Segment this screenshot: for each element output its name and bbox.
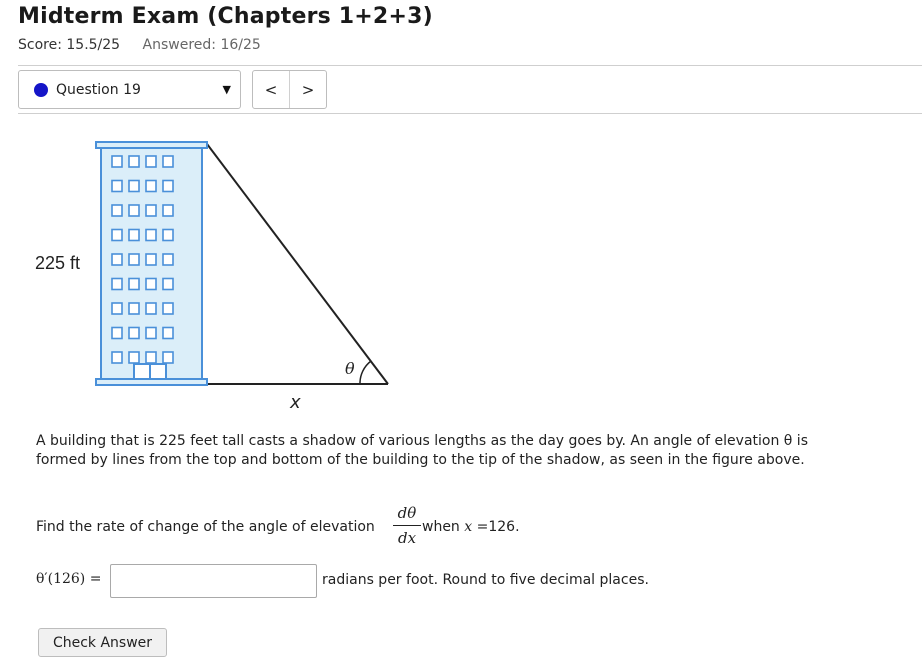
building-window <box>128 277 140 291</box>
height-label: 225 ft <box>35 253 80 273</box>
building-window <box>145 155 157 168</box>
question-status-dot-icon <box>34 83 48 97</box>
next-question-button[interactable]: > <box>290 71 326 108</box>
building-window <box>145 179 157 193</box>
building-window <box>162 253 174 266</box>
question-nav: < > <box>252 70 327 109</box>
x-value: =126. <box>476 519 520 535</box>
building-window <box>145 253 157 266</box>
fraction-numerator: dθ <box>397 504 417 522</box>
hypotenuse-line <box>206 143 389 385</box>
divider-bottom <box>18 113 922 114</box>
score-line: Score: 15.5/25 Answered: 16/25 <box>18 37 261 53</box>
building-window <box>145 228 157 242</box>
building-window <box>128 253 140 266</box>
building-window <box>162 204 174 217</box>
answer-label: θ′(126) = <box>36 571 102 587</box>
building-window <box>145 351 157 364</box>
building-door-left <box>133 363 151 380</box>
building-window <box>111 326 123 340</box>
score-text: Score: 15.5/25 <box>18 37 121 53</box>
problem-statement: A building that is 225 feet tall casts a… <box>36 433 808 468</box>
x-variable: x <box>464 519 473 535</box>
building-window <box>162 326 174 340</box>
units-instruction: radians per foot. Round to five decimal … <box>322 572 649 588</box>
building-window <box>111 204 123 217</box>
building-window <box>128 155 140 168</box>
building-door-right <box>149 363 167 380</box>
building-window <box>111 155 123 168</box>
building-window <box>145 326 157 340</box>
building-window <box>128 228 140 242</box>
check-answer-button[interactable]: Check Answer <box>38 628 167 657</box>
building-window <box>162 351 174 364</box>
building-window <box>145 277 157 291</box>
derivative-fraction: dθ dx <box>393 503 421 548</box>
building-window <box>128 302 140 315</box>
shadow-label: x <box>289 392 301 413</box>
building-window <box>111 277 123 291</box>
when-word: when <box>422 519 460 535</box>
previous-question-button[interactable]: < <box>253 71 290 108</box>
building-window <box>128 204 140 217</box>
answered-text: Answered: 16/25 <box>142 37 261 53</box>
question-select-label: Question 19 <box>56 82 141 98</box>
building-window <box>162 228 174 242</box>
building-window <box>111 228 123 242</box>
building-window <box>162 277 174 291</box>
chevron-down-icon: ▼ <box>222 83 231 96</box>
building-shadow-figure: 225 ft θ x <box>35 141 389 413</box>
fraction-bar <box>393 525 421 526</box>
page-title: Midterm Exam (Chapters 1+2+3) <box>18 4 433 29</box>
building-window <box>128 351 140 364</box>
building-window <box>128 179 140 193</box>
building-window <box>162 179 174 193</box>
angle-label: θ <box>345 359 355 378</box>
building-window <box>111 351 123 364</box>
when-clause: when x =126. <box>422 519 520 535</box>
building-window <box>111 302 123 315</box>
find-text: Find the rate of change of the angle of … <box>36 519 375 535</box>
fraction-denominator: dx <box>397 529 417 547</box>
building-window <box>162 155 174 168</box>
building-window <box>145 204 157 217</box>
angle-arc <box>359 360 372 385</box>
building-window <box>145 302 157 315</box>
building-window <box>111 253 123 266</box>
building-window <box>128 326 140 340</box>
answer-input[interactable] <box>110 564 317 598</box>
question-select[interactable]: Question 19 ▼ <box>18 70 241 109</box>
building-window <box>111 179 123 193</box>
divider-top <box>18 65 922 66</box>
building-window <box>162 302 174 315</box>
